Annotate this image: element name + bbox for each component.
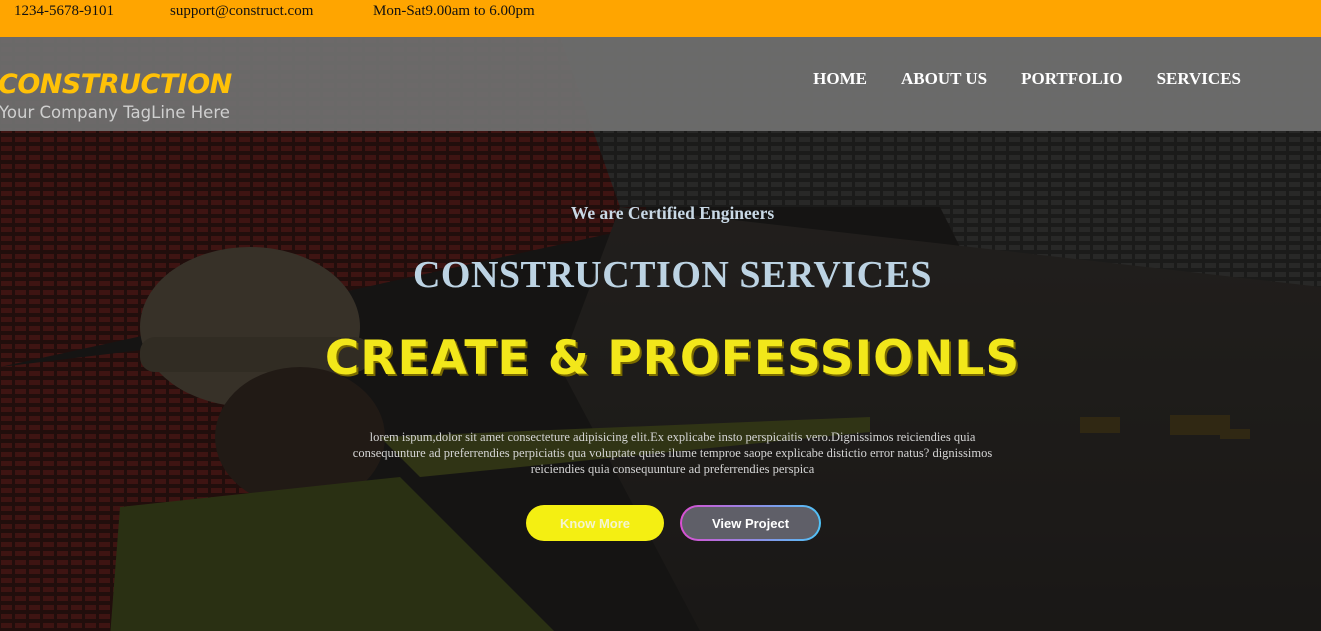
hero-headline: CONSTRUCTION SERVICES	[412, 254, 933, 296]
contact-email[interactable]: support@construct.com	[170, 3, 313, 20]
site-header: CONSTRUCTION Your Company TagLine Here H…	[0, 37, 1321, 131]
know-more-button[interactable]: Know More	[526, 505, 664, 541]
logo-tagline: Your Company TagLine Here	[0, 103, 230, 122]
hero-tagline: CREATE & PROFESSIONLS	[324, 331, 1021, 386]
contact-phone[interactable]: 1234-5678-9101	[14, 3, 114, 20]
nav-portfolio[interactable]: PORTFOLIO	[1021, 69, 1122, 89]
nav-home[interactable]: HOME	[813, 69, 867, 89]
page: 1234-5678-9101 support@construct.com Mon…	[0, 0, 1321, 631]
hero-body-text: lorem ispum,dolor sit amet consecteture …	[352, 430, 993, 476]
nav-services[interactable]: SERVICES	[1157, 69, 1241, 89]
top-info-bar: 1234-5678-9101 support@construct.com Mon…	[0, 0, 1321, 37]
main-nav: HOME ABOUT US PORTFOLIO SERVICES	[813, 69, 1241, 89]
view-project-button[interactable]: View Project	[680, 505, 821, 541]
logo-title[interactable]: CONSTRUCTION	[0, 69, 232, 100]
hero-eyebrow: We are Certified Engineers	[570, 203, 775, 223]
nav-about-us[interactable]: ABOUT US	[901, 69, 987, 89]
business-hours: Mon-Sat9.00am to 6.00pm	[373, 3, 535, 19]
hero-content: We are Certified Engineers CONSTRUCTION …	[0, 131, 1321, 631]
